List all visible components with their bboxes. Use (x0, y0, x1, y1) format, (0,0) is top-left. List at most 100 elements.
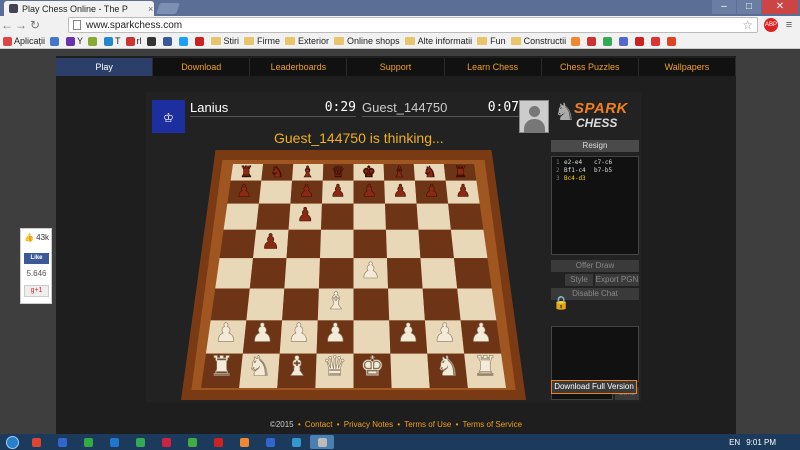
board-square[interactable] (385, 203, 419, 230)
taskbar-app-button[interactable] (50, 435, 74, 449)
footer-link-contact[interactable]: Contact (305, 420, 333, 429)
resign-button[interactable]: Resign (551, 140, 639, 152)
tab-close-icon[interactable]: × (148, 4, 153, 14)
taskbar-app-button[interactable] (232, 435, 256, 449)
board-square[interactable] (450, 229, 488, 259)
black-piece[interactable]: ♟ (455, 181, 471, 202)
bookmark-item[interactable] (635, 36, 646, 46)
taskbar-app-button[interactable] (310, 435, 334, 449)
board-square[interactable] (320, 229, 354, 259)
start-button[interactable] (0, 434, 24, 450)
board-square[interactable] (353, 203, 386, 230)
chrome-menu-icon[interactable]: ≡ (783, 19, 795, 31)
white-piece[interactable]: ♞ (247, 350, 272, 383)
bookmark-item[interactable] (587, 36, 598, 46)
board-square[interactable] (385, 229, 421, 259)
footer-link-terms-use[interactable]: Terms of Use (404, 420, 451, 429)
bookmark-item[interactable]: Aplicații (3, 36, 45, 46)
taskbar-app-button[interactable] (128, 435, 152, 449)
language-indicator[interactable]: EN (729, 438, 740, 447)
bookmark-item[interactable]: Exterior (285, 36, 329, 46)
taskbar-app-button[interactable] (258, 435, 282, 449)
adblock-extension-icon[interactable]: ABP (764, 18, 778, 32)
bookmark-item[interactable] (178, 36, 190, 46)
system-clock[interactable]: 9:01 PM (746, 438, 776, 447)
black-piece[interactable]: ♟ (424, 181, 440, 202)
black-piece[interactable]: ♜ (239, 163, 254, 182)
white-move[interactable]: Bc4-d3 (564, 175, 594, 183)
white-move[interactable]: Bf1-c4 (564, 167, 594, 175)
board-square[interactable] (453, 258, 492, 289)
board-square[interactable] (448, 203, 484, 230)
bookmark-item[interactable]: Fun (477, 36, 506, 46)
board-square[interactable] (249, 258, 287, 289)
black-piece[interactable]: ♛ (331, 163, 345, 182)
board-square[interactable] (318, 258, 354, 289)
nav-chess-puzzles[interactable]: Chess Puzzles (542, 58, 639, 76)
bookmark-item[interactable]: Stiri (210, 36, 239, 46)
bookmark-item[interactable] (571, 36, 582, 46)
offer-draw-button[interactable]: Offer Draw (551, 260, 639, 272)
board-square[interactable] (457, 288, 497, 321)
bookmark-item[interactable] (194, 36, 206, 46)
white-piece[interactable]: ♟ (214, 318, 238, 349)
board-square[interactable] (246, 288, 285, 321)
board-square[interactable] (386, 258, 423, 289)
chess-board[interactable]: ♜ ♞ ♝ ♛ ♚ ♝ ♞ ♜ ♟ ♟ ♟ ♟ ♟ ♟ ♟ ♟ ♟ ♟ ♝ ♟ ♟ ♟ ♟ ♟ ♟ ♟ ♜ ♞ ♝ ♛ ♚ ♞ ♜ (181, 150, 526, 400)
move-number[interactable]: 3 (556, 175, 564, 183)
black-piece[interactable]: ♝ (300, 163, 315, 182)
taskbar-app-button[interactable] (180, 435, 204, 449)
white-piece[interactable]: ♞ (435, 350, 460, 383)
bookmark-item[interactable]: rl (125, 36, 142, 46)
forward-icon[interactable]: → (14, 18, 28, 32)
white-piece[interactable]: ♟ (250, 318, 274, 349)
board-square[interactable] (284, 258, 321, 289)
white-piece[interactable]: ♟ (469, 318, 493, 349)
taskbar-app-button[interactable] (154, 435, 178, 449)
black-piece[interactable]: ♜ (453, 163, 468, 182)
board-square[interactable] (353, 229, 387, 259)
bookmark-star-icon[interactable]: ☆ (742, 18, 753, 32)
nav-wallpapers[interactable]: Wallpapers (639, 58, 736, 76)
board-square[interactable] (286, 229, 322, 259)
board-square[interactable] (353, 288, 390, 321)
black-piece[interactable]: ♟ (361, 181, 377, 202)
taskbar-app-button[interactable] (206, 435, 230, 449)
bookmark-item[interactable]: Alte informatii (404, 36, 472, 46)
footer-link-terms-service[interactable]: Terms of Service (463, 420, 523, 429)
nav-leaderboards[interactable]: Leaderboards (250, 58, 348, 76)
board-square[interactable] (418, 229, 454, 259)
board-square[interactable] (390, 353, 430, 388)
taskbar-app-button[interactable] (284, 435, 308, 449)
board-square[interactable] (388, 288, 425, 321)
board-square[interactable] (282, 288, 319, 321)
bookmark-item[interactable] (146, 36, 158, 46)
white-piece[interactable]: ♟ (396, 318, 420, 349)
black-move[interactable]: c7-c6 (594, 159, 612, 167)
white-piece[interactable]: ♚ (360, 350, 385, 383)
bookmark-item[interactable]: Firme (244, 36, 280, 46)
board-square[interactable] (321, 203, 354, 230)
white-piece[interactable]: ♟ (323, 318, 347, 349)
board-square[interactable] (219, 229, 257, 259)
white-piece[interactable]: ♜ (473, 350, 498, 383)
nav-learn-chess[interactable]: Learn Chess (445, 58, 542, 76)
bookmark-item[interactable] (667, 36, 678, 46)
white-piece[interactable]: ♝ (325, 287, 347, 316)
download-full-version-button[interactable]: Download Full Version (551, 380, 637, 394)
black-piece[interactable]: ♞ (270, 163, 284, 182)
taskbar-app-button[interactable] (24, 435, 48, 449)
footer-link-privacy[interactable]: Privacy Notes (344, 420, 393, 429)
board-square[interactable] (223, 203, 259, 230)
bookmark-item[interactable] (50, 36, 61, 46)
black-piece[interactable]: ♟ (392, 181, 408, 202)
address-bar[interactable]: www.sparkchess.com ☆ (68, 17, 758, 33)
bookmark-item[interactable] (603, 36, 614, 46)
board-square[interactable] (215, 258, 254, 289)
white-piece[interactable]: ♟ (433, 318, 457, 349)
style-button[interactable]: Style (565, 274, 593, 286)
black-piece[interactable]: ♟ (261, 229, 280, 254)
black-piece[interactable]: ♟ (299, 181, 315, 202)
board-square[interactable] (210, 288, 250, 321)
browser-tab[interactable]: Play Chess Online - The P × (4, 1, 154, 16)
